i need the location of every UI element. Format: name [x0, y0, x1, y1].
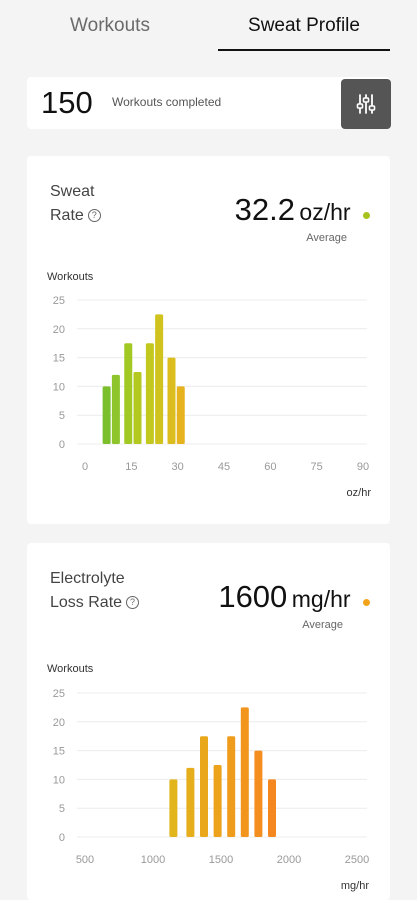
histogram-bar — [111, 374, 120, 444]
x-tick-label: 0 — [82, 461, 88, 473]
x-tick-label: 75 — [311, 461, 323, 473]
histogram-bar — [240, 707, 249, 837]
sweat-rate-chart: Workouts 0 5 10 15 20 25 0 15 30 45 60 75 90 oz/hr — [47, 271, 372, 499]
x-tick-label: 15 — [125, 461, 137, 473]
tab-workouts[interactable]: Workouts — [0, 0, 220, 52]
histogram-bar — [186, 767, 195, 837]
filter-button[interactable] — [341, 79, 391, 129]
y-tick-label: 20 — [53, 717, 65, 729]
y-axis-title: Workouts — [47, 271, 94, 283]
y-tick-label: 25 — [53, 295, 65, 307]
workouts-summary: 150 Workouts completed — [27, 77, 391, 129]
histogram-bar — [102, 386, 111, 444]
histogram-bar — [213, 765, 222, 837]
y-tick-label: 15 — [53, 746, 65, 758]
tab-bar: Workouts Sweat Profile — [0, 0, 417, 52]
y-tick-label: 0 — [59, 439, 65, 451]
sliders-icon — [356, 94, 376, 114]
x-tick-label: 2500 — [345, 854, 369, 866]
y-tick-label: 15 — [53, 353, 65, 365]
histogram-bar — [200, 736, 208, 837]
y-tick-label: 20 — [53, 324, 65, 336]
x-tick-label: 30 — [172, 461, 184, 473]
histogram-bar — [176, 386, 185, 444]
tab-sweat-profile[interactable]: Sweat Profile — [218, 0, 390, 52]
x-tick-label: 500 — [76, 854, 94, 866]
histogram-bar — [268, 779, 276, 837]
y-tick-label: 5 — [59, 410, 65, 422]
x-tick-label: 90 — [357, 461, 369, 473]
sweat-rate-card: Sweat Rate? 32.2 oz/hr Average Workouts 0… — [27, 156, 390, 524]
workouts-count: 150 — [41, 85, 93, 120]
electrolyte-chart: Workouts 0 5 10 15 20 25 500 1000 1500 2000 2500 mg/… — [47, 663, 369, 892]
x-tick-label: 1000 — [141, 854, 165, 866]
x-tick-label: 60 — [264, 461, 276, 473]
electrolyte-loss-card: Electrolyte Loss Rate? 1600 mg/hr Averag… — [27, 543, 390, 900]
x-axis-unit: mg/hr — [341, 880, 369, 892]
workouts-count-label: Workouts completed — [112, 95, 222, 109]
x-axis-unit: oz/hr — [347, 487, 372, 499]
x-tick-label: 45 — [218, 461, 230, 473]
y-tick-label: 0 — [59, 832, 65, 844]
histogram-bar — [155, 314, 164, 444]
y-tick-label: 5 — [59, 803, 65, 815]
histogram-bar — [133, 372, 142, 444]
x-tick-label: 2000 — [277, 854, 301, 866]
histogram-bar — [124, 343, 133, 444]
y-tick-label: 25 — [53, 688, 65, 700]
histogram-bar — [227, 736, 236, 837]
active-tab-indicator — [218, 49, 390, 51]
y-axis-title: Workouts — [47, 663, 94, 675]
y-tick-label: 10 — [53, 774, 65, 786]
y-tick-label: 10 — [53, 381, 65, 393]
histogram-bar — [145, 343, 154, 444]
histogram-bar — [169, 779, 178, 837]
histogram-bar — [167, 357, 176, 444]
histogram-bar — [254, 750, 263, 837]
x-tick-label: 1500 — [209, 854, 233, 866]
